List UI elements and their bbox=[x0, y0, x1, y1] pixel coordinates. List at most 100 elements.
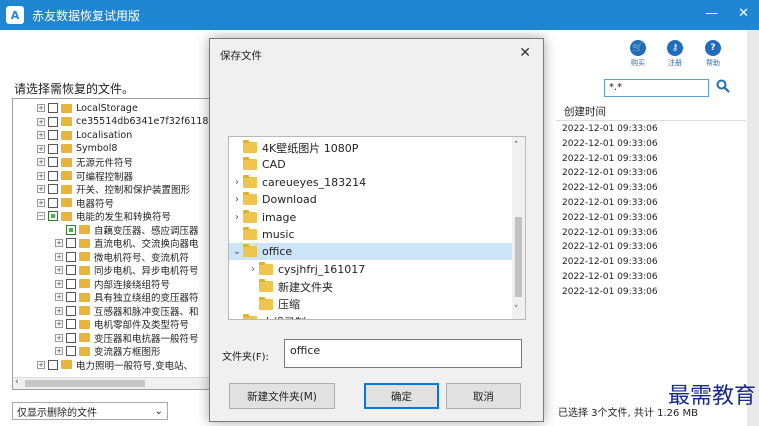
folder-tree-item[interactable]: 压缩 bbox=[229, 296, 513, 313]
tree-item[interactable]: + Symbol8 bbox=[37, 142, 117, 156]
expand-toggle-icon[interactable]: + bbox=[37, 117, 45, 126]
filter-input[interactable]: *.* bbox=[604, 79, 709, 97]
tree-item[interactable]: + Localisation bbox=[37, 128, 132, 142]
expand-toggle-icon[interactable]: + bbox=[37, 131, 45, 139]
folder-tree-item[interactable]: ⌄ office bbox=[229, 243, 513, 261]
tree-item[interactable]: + LocalStorage bbox=[37, 101, 138, 115]
help-button[interactable]: ? 帮助 bbox=[700, 40, 726, 68]
close-button[interactable]: ✕ bbox=[738, 6, 749, 21]
expand-toggle-icon[interactable]: + bbox=[55, 279, 63, 288]
tree-checkbox[interactable] bbox=[66, 224, 76, 235]
scroll-thumb[interactable] bbox=[25, 380, 145, 387]
expand-toggle-icon[interactable]: + bbox=[55, 320, 63, 328]
folder-tree-item[interactable]: music bbox=[229, 226, 513, 243]
show-filter-dropdown[interactable]: 仅显示删除的文件 ⌄ bbox=[12, 402, 168, 420]
expand-toggle-icon[interactable]: + bbox=[55, 333, 63, 342]
folder-tree-item[interactable]: 4K壁纸图片 1080P bbox=[229, 139, 513, 156]
expand-toggle-icon[interactable]: + bbox=[55, 347, 63, 355]
register-button[interactable]: ⚷ 注册 bbox=[662, 40, 688, 68]
tree-checkbox[interactable] bbox=[48, 130, 58, 140]
tree-checkbox[interactable] bbox=[48, 157, 58, 167]
chevron-icon[interactable]: ⌄ bbox=[231, 246, 243, 257]
tree-checkbox[interactable] bbox=[48, 359, 58, 370]
chevron-icon[interactable]: › bbox=[231, 177, 243, 188]
tree-checkbox[interactable] bbox=[66, 319, 76, 329]
chevron-icon[interactable]: › bbox=[231, 316, 243, 319]
expand-toggle-icon[interactable]: + bbox=[37, 171, 45, 180]
tree-checkbox[interactable] bbox=[66, 305, 76, 316]
expand-toggle-icon[interactable]: + bbox=[55, 239, 63, 247]
expand-toggle-icon[interactable]: + bbox=[37, 360, 45, 369]
scroll-left-icon[interactable]: ‹ bbox=[15, 377, 19, 387]
tree-item[interactable]: + 电器符号 bbox=[37, 196, 114, 210]
buy-button[interactable]: 🛒 购买 bbox=[625, 40, 651, 68]
horizontal-scrollbar[interactable]: ‹ bbox=[13, 377, 216, 389]
chevron-icon[interactable]: › bbox=[247, 264, 259, 275]
tree-checkbox[interactable] bbox=[66, 265, 76, 275]
tree-checkbox[interactable] bbox=[48, 211, 58, 221]
tree-checkbox[interactable] bbox=[48, 116, 58, 127]
search-icon[interactable] bbox=[716, 79, 730, 93]
tree-item[interactable]: + 内部连接绕组符号 bbox=[55, 277, 170, 291]
tree-checkbox[interactable] bbox=[66, 346, 76, 356]
tree-checkbox[interactable] bbox=[66, 251, 76, 262]
tree-checkbox[interactable] bbox=[66, 332, 76, 343]
tree-checkbox[interactable] bbox=[48, 184, 58, 194]
chevron-icon[interactable]: › bbox=[231, 194, 243, 205]
folder-tree-item[interactable]: CAD bbox=[229, 156, 513, 173]
tree-item[interactable]: + 直流电机、交流换向器电 bbox=[55, 236, 199, 250]
folder-tree[interactable]: › 小组录制 压缩 新建文件夹 › cysjhfrj_161017 ⌄ office music… bbox=[228, 136, 526, 320]
chevron-icon[interactable]: › bbox=[231, 212, 243, 223]
tree-checkbox[interactable] bbox=[48, 170, 58, 181]
folder-name-input[interactable]: office bbox=[284, 339, 522, 368]
folder-tree-item[interactable]: 新建文件夹 bbox=[229, 278, 513, 295]
tree-item-label: 互感器和脉冲变压器、和 bbox=[94, 306, 199, 318]
expand-toggle-icon[interactable]: + bbox=[55, 293, 63, 301]
folder-tree-item[interactable]: › careueyes_183214 bbox=[229, 174, 513, 191]
tree-item[interactable]: + 变压器和电抗器一般符号 bbox=[55, 331, 199, 345]
tree-item[interactable]: + 电力照明一般符号,变电站、 bbox=[37, 358, 193, 372]
expand-toggle-icon[interactable]: + bbox=[37, 158, 45, 166]
expand-toggle-icon[interactable]: − bbox=[37, 212, 45, 220]
tree-item[interactable]: + 无源元件符号 bbox=[37, 155, 133, 169]
scroll-down-icon[interactable]: ˅ bbox=[514, 305, 519, 315]
expand-toggle-icon[interactable]: + bbox=[37, 104, 45, 112]
tree-item[interactable]: + 同步电机、异步电机符号 bbox=[55, 263, 199, 277]
tree-item[interactable]: + 电机零部件及类型符号 bbox=[55, 317, 189, 331]
minimize-button[interactable]: — bbox=[705, 6, 718, 21]
tree-item[interactable]: + 互感器和脉冲变压器、和 bbox=[55, 304, 199, 318]
expand-toggle-icon[interactable]: + bbox=[37, 185, 45, 193]
expand-toggle-icon[interactable]: + bbox=[55, 252, 63, 261]
dialog-close-button[interactable]: ✕ bbox=[519, 45, 531, 61]
tree-checkbox[interactable] bbox=[48, 103, 58, 113]
expand-toggle-icon[interactable]: + bbox=[37, 144, 45, 153]
folder-tree-item[interactable]: › cysjhfrj_161017 bbox=[229, 261, 513, 278]
tree-item[interactable]: + 可编程控制器 bbox=[37, 169, 133, 183]
tree-checkbox[interactable] bbox=[48, 197, 58, 208]
tree-item[interactable]: + 开关、控制和保护装置图形 bbox=[37, 182, 190, 196]
cancel-button[interactable]: 取消 bbox=[446, 383, 521, 409]
folder-tree-item[interactable]: › Download bbox=[229, 191, 513, 208]
tree-item[interactable]: + 微电机符号、变流机符 bbox=[55, 250, 189, 264]
tree-checkbox[interactable] bbox=[66, 292, 76, 302]
expand-toggle-icon[interactable]: + bbox=[55, 266, 63, 274]
file-tree[interactable]: + 电力照明一般符号,变电站、 + 变流器方框图形 + 变压器和电抗器一般符号 + 电机零部件… bbox=[12, 98, 217, 390]
created-time-header[interactable]: 创建时间 bbox=[564, 104, 606, 119]
folder-tree-item[interactable]: › 小组录制 bbox=[229, 313, 513, 319]
expand-toggle-icon[interactable]: + bbox=[37, 198, 45, 207]
tree-item[interactable]: + ce35514db6341e7f32f611892 bbox=[37, 115, 216, 129]
tree-item[interactable]: − 电能的发生和转换符号 bbox=[37, 209, 171, 223]
tree-checkbox[interactable] bbox=[66, 278, 76, 289]
tree-item[interactable]: + 变流器方框图形 bbox=[55, 344, 161, 358]
ok-button[interactable]: 确定 bbox=[364, 383, 439, 409]
scroll-thumb[interactable] bbox=[515, 217, 522, 297]
new-folder-button[interactable]: 新建文件夹(M) bbox=[229, 383, 335, 409]
scroll-up-icon[interactable]: ˄ bbox=[514, 141, 519, 151]
tree-checkbox[interactable] bbox=[66, 238, 76, 248]
tree-checkbox[interactable] bbox=[48, 143, 58, 154]
folder-tree-item[interactable]: › image bbox=[229, 209, 513, 226]
tree-item[interactable]: 自藕变压器、感应调压器 bbox=[55, 223, 199, 237]
tree-item[interactable]: + 具有独立绕组的变压器符 bbox=[55, 290, 199, 304]
vertical-scrollbar[interactable]: ˄ ˅ bbox=[512, 137, 525, 319]
expand-toggle-icon[interactable]: + bbox=[55, 306, 63, 315]
